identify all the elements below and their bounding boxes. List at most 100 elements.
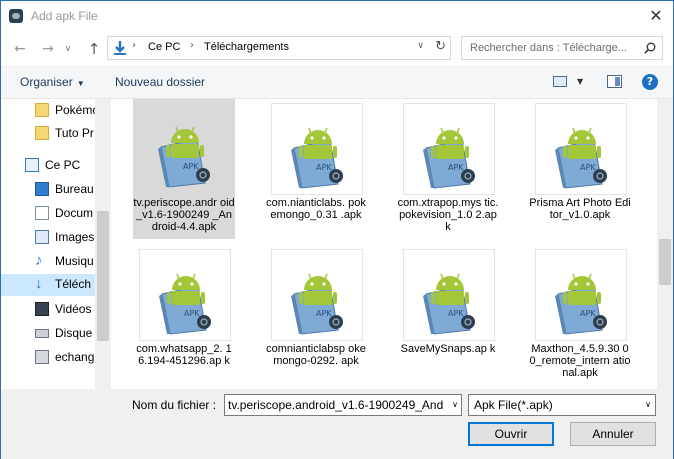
- android-apk-icon: APK: [555, 127, 607, 189]
- android-apk-icon: APK: [159, 273, 211, 335]
- computer-icon: [25, 158, 39, 172]
- address-dropdown-icon[interactable]: ∨: [417, 41, 424, 51]
- file-tile[interactable]: APK comnianticlabsp okemongo-0292. apk: [265, 245, 367, 385]
- chevron-down-icon[interactable]: ∨: [452, 400, 458, 409]
- file-name: com.nianticlabs. pokemongo_0.31 .apk: [266, 197, 366, 221]
- breadcrumb-separator[interactable]: ›: [132, 40, 136, 51]
- file-name: com.xtrapop.mys tic.pokevision_1.0 2.apk: [397, 197, 499, 233]
- file-tile[interactable]: APK com.xtrapop.mys tic.pokevision_1.0 2.…: [397, 99, 499, 239]
- filename-input[interactable]: tv.periscope.android_v1.6-1900249_Andr ∨: [224, 394, 462, 416]
- sidebar-item-label: Images: [55, 230, 95, 244]
- cancel-button[interactable]: Annuler: [570, 422, 656, 446]
- sidebar-item-echange[interactable]: echang: [1, 347, 95, 369]
- file-list: APK tv.periscope.andr oid_v1.6-1900249 _A…: [111, 99, 657, 389]
- apk-thumbnail: APK: [535, 103, 627, 195]
- sidebar-item-label: Tuto Pr: [55, 126, 94, 140]
- dialog-footer: Nom du fichier : tv.periscope.android_v1…: [1, 389, 673, 459]
- apk-thumbnail: APK: [271, 103, 363, 195]
- breadcrumb-telechargements[interactable]: Téléchargements: [204, 41, 289, 53]
- file-tile[interactable]: APK SaveMySnaps.ap k: [397, 245, 499, 385]
- desktop-icon: [35, 182, 49, 196]
- sidebar-item-label: Bureau: [55, 182, 94, 196]
- file-tile[interactable]: APK Maxthon_4.5.9.30 00_remote_intern ati…: [529, 245, 631, 385]
- file-tile[interactable]: APK com.whatsapp_2. 16.194-451296.ap k: [133, 245, 235, 385]
- android-apk-icon: APK: [291, 273, 343, 335]
- sidebar-item-documents[interactable]: Docum: [1, 203, 95, 225]
- sidebar-scrollbar[interactable]: [95, 99, 111, 389]
- sidebar-item-musique[interactable]: ♪ Musiqu: [1, 251, 95, 273]
- apk-thumbnail: APK: [139, 103, 231, 195]
- new-folder-button[interactable]: Nouveau dossier: [115, 75, 205, 89]
- breadcrumb-separator[interactable]: ›: [190, 40, 194, 51]
- sidebar-item-label: Téléch: [55, 277, 92, 291]
- navigation-pane: Pokémo Tuto Pr Ce PC Bureau Docum Images…: [1, 99, 111, 389]
- apk-badge: APK: [580, 163, 596, 172]
- apk-thumbnail: APK: [139, 249, 231, 341]
- breadcrumb-ce-pc[interactable]: Ce PC: [148, 41, 180, 53]
- change-view-icon[interactable]: [553, 76, 567, 87]
- caret-down-icon: ▼: [76, 79, 85, 88]
- drive-icon: [35, 329, 49, 338]
- preview-pane-icon[interactable]: [607, 75, 622, 88]
- filename-value: tv.periscope.android_v1.6-1900249_Andr: [228, 398, 444, 412]
- navigation-bar: ← → ∨ ↑ › Ce PC › Téléchargements ∨ ↻ Re…: [1, 32, 673, 65]
- apk-thumbnail: APK: [403, 103, 495, 195]
- videos-icon: [35, 302, 49, 316]
- filetype-value: Apk File(*.apk): [474, 398, 553, 412]
- up-button[interactable]: ↑: [85, 40, 103, 58]
- refresh-icon[interactable]: ↻: [435, 39, 446, 54]
- open-button[interactable]: Ouvrir: [468, 422, 554, 446]
- forward-button[interactable]: →: [39, 40, 57, 58]
- view-options-dropdown[interactable]: ▼: [577, 77, 583, 86]
- downloads-icon: [114, 41, 126, 55]
- back-button[interactable]: ←: [11, 40, 29, 58]
- android-apk-icon: APK: [423, 273, 475, 335]
- sidebar-item-tuto[interactable]: Tuto Pr: [1, 123, 95, 145]
- network-drive-icon: [35, 350, 49, 364]
- search-icon[interactable]: [644, 42, 656, 54]
- title-bar: Add apk File ✕: [1, 1, 673, 32]
- filetype-select[interactable]: Apk File(*.apk) ∨: [468, 394, 656, 416]
- sidebar-scroll-thumb[interactable]: [97, 211, 109, 341]
- apk-badge: APK: [316, 309, 332, 318]
- sidebar-item-ce-pc[interactable]: Ce PC: [1, 155, 95, 177]
- file-name: comnianticlabsp okemongo-0292. apk: [266, 343, 366, 367]
- recent-locations-button[interactable]: ∨: [61, 40, 75, 58]
- sidebar-item-label: echang: [55, 350, 95, 364]
- sidebar-item-disque[interactable]: Disque: [1, 323, 95, 345]
- close-button[interactable]: ✕: [639, 1, 673, 31]
- organise-label: Organiser: [20, 75, 73, 89]
- sidebar-item-bureau[interactable]: Bureau: [1, 179, 95, 201]
- apk-badge: APK: [448, 309, 464, 318]
- apk-thumbnail: APK: [271, 249, 363, 341]
- apk-badge: APK: [448, 163, 464, 172]
- search-input[interactable]: Rechercher dans : Télécharge...: [461, 36, 663, 60]
- file-tile[interactable]: APK Prisma Art Photo Editor_v1.0.apk: [529, 99, 631, 239]
- documents-icon: [35, 206, 49, 220]
- sidebar-item-videos[interactable]: Vidéos: [1, 299, 95, 321]
- file-list-scroll-thumb[interactable]: [659, 239, 671, 285]
- file-tile[interactable]: APK tv.periscope.andr oid_v1.6-1900249 _A…: [133, 99, 235, 239]
- window-title: Add apk File: [31, 9, 98, 23]
- apk-badge: APK: [184, 309, 200, 318]
- address-bar[interactable]: › Ce PC › Téléchargements ∨ ↻: [107, 36, 451, 60]
- sidebar-item-images[interactable]: Images: [1, 227, 95, 249]
- help-icon[interactable]: ?: [642, 74, 658, 90]
- android-apk-icon: APK: [555, 273, 607, 335]
- downloads-icon: ↓: [35, 275, 43, 292]
- sidebar-item-label: Disque: [55, 326, 93, 340]
- apk-thumbnail: APK: [403, 249, 495, 341]
- file-name: Prisma Art Photo Editor_v1.0.apk: [529, 197, 631, 221]
- sidebar-item-label: Pokémo: [55, 103, 95, 117]
- file-name: com.whatsapp_2. 16.194-451296.ap k: [136, 343, 232, 367]
- file-name: SaveMySnaps.ap k: [400, 343, 496, 355]
- sidebar-item-label: Musiqu: [55, 254, 94, 268]
- organise-menu-button[interactable]: Organiser ▼: [20, 75, 85, 89]
- apk-thumbnail: APK: [535, 249, 627, 341]
- sidebar-item-telechargements[interactable]: ↓ Téléch: [1, 274, 95, 296]
- file-tile[interactable]: APK com.nianticlabs. pokemongo_0.31 .apk: [265, 99, 367, 239]
- file-list-scrollbar[interactable]: [657, 99, 673, 389]
- filename-label: Nom du fichier :: [132, 398, 217, 412]
- sidebar-item-pokemon[interactable]: Pokémo: [1, 100, 95, 122]
- add-apk-dialog: Add apk File ✕ ← → ∨ ↑ › Ce PC › Télécha…: [0, 0, 674, 459]
